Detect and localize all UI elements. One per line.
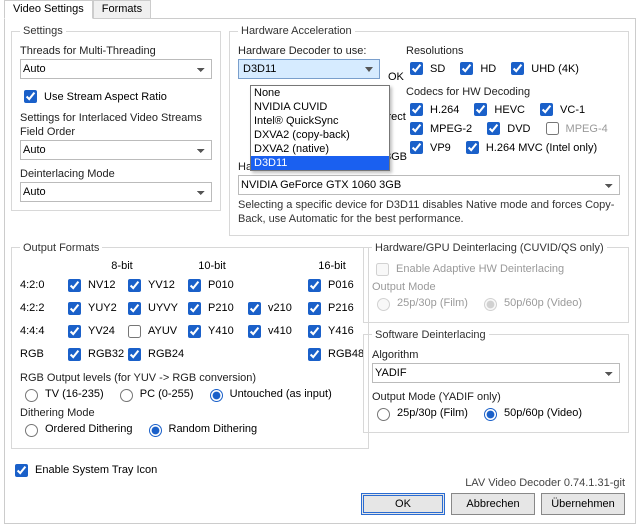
checkbox-codec-h264[interactable]: H.264 xyxy=(406,100,459,119)
select-deint-mode[interactable]: Auto xyxy=(20,182,212,202)
hdr-16bit: 16-bit xyxy=(304,260,360,272)
dropdown-item[interactable]: NVIDIA CUVID xyxy=(251,100,389,114)
select-threads[interactable]: Auto xyxy=(20,59,212,79)
label-codecs: Codecs for HW Decoding xyxy=(406,86,620,98)
select-hw-decoder[interactable]: D3D11 xyxy=(238,59,380,79)
row-444: 4:4:4 xyxy=(20,325,60,337)
label-version: LAV Video Decoder 0.74.1.31-git xyxy=(465,477,625,489)
checkbox-codec-vp9[interactable]: VP9 xyxy=(406,138,451,157)
radio-sw-film[interactable]: 25p/30p (Film) xyxy=(372,405,468,421)
dropdown-item[interactable]: DXVA2 (copy-back) xyxy=(251,128,389,142)
checkbox-v210[interactable]: v210 xyxy=(244,299,292,318)
checkbox-y410[interactable]: Y410 xyxy=(184,322,232,341)
checkbox-p216[interactable]: P216 xyxy=(304,299,352,318)
hdr-10bit: 10-bit xyxy=(184,260,240,272)
checkbox-codec-h264mvc[interactable]: H.264 MVC (Intel only) xyxy=(462,138,597,157)
group-hw-deinterlace: Hardware/GPU Deinterlacing (CUVID/QS onl… xyxy=(363,242,629,323)
checkbox-rgb48[interactable]: RGB48 xyxy=(304,345,352,364)
checkbox-yv24[interactable]: YV24 xyxy=(64,322,112,341)
checkbox-nv12[interactable]: NV12 xyxy=(64,276,112,295)
checkbox-ayuv[interactable]: AYUV xyxy=(124,322,172,341)
radio-sw-video[interactable]: 50p/60p (Video) xyxy=(479,405,582,421)
label-deint-mode: Deinterlacing Mode xyxy=(20,168,212,180)
checkbox-v410[interactable]: v410 xyxy=(244,322,292,341)
dropdown-item[interactable]: Intel® QuickSync xyxy=(251,114,389,128)
label-rgb-levels: RGB Output levels (for YUV -> RGB conver… xyxy=(20,372,360,384)
checkbox-codec-vc1[interactable]: VC-1 xyxy=(536,100,585,119)
radio-random-dither[interactable]: Random Dithering xyxy=(144,421,258,437)
label-ok-fragment: OK xyxy=(388,71,404,83)
dropdown-hw-decoder-list[interactable]: None NVIDIA CUVID Intel® QuickSync DXVA2… xyxy=(250,85,390,171)
row-420: 4:2:0 xyxy=(20,279,60,291)
row-422: 4:2:2 xyxy=(20,302,60,314)
checkbox-y416[interactable]: Y416 xyxy=(304,322,352,341)
checkbox-rgb24[interactable]: RGB24 xyxy=(124,345,172,364)
radio-pc[interactable]: PC (0-255) xyxy=(115,386,194,402)
group-sw-deinterlace: Software Deinterlacing Algorithm YADIF O… xyxy=(363,329,629,433)
checkbox-uyvy[interactable]: UYVY xyxy=(124,299,172,318)
hdr-8bit: 8-bit xyxy=(64,260,180,272)
checkbox-yv12[interactable]: YV12 xyxy=(124,276,172,295)
radio-untouched[interactable]: Untouched (as input) xyxy=(205,386,332,402)
label-field-order: Field Order xyxy=(20,126,212,138)
legend-settings: Settings xyxy=(20,25,66,37)
checkbox-tray-icon[interactable]: Enable System Tray Icon xyxy=(11,461,157,480)
dropdown-item-selected[interactable]: D3D11 xyxy=(251,156,389,170)
label-hw-decoder: Hardware Decoder to use: xyxy=(238,45,398,57)
legend-output-formats: Output Formats xyxy=(20,242,102,254)
legend-sw-deinterlace: Software Deinterlacing xyxy=(372,329,489,341)
button-cancel[interactable]: Abbrechen xyxy=(451,493,535,515)
checkbox-codec-mpeg4[interactable]: MPEG-4 xyxy=(542,119,608,138)
select-field-order[interactable]: Auto xyxy=(20,140,212,160)
checkbox-res-hd[interactable]: HD xyxy=(456,59,496,78)
button-ok[interactable]: OK xyxy=(361,493,445,515)
group-output-formats: Output Formats 8-bit 10-bit 16-bit 4:2:0… xyxy=(11,242,369,449)
radio-tv[interactable]: TV (16-235) xyxy=(20,386,104,402)
legend-hw-deinterlace: Hardware/GPU Deinterlacing (CUVID/QS onl… xyxy=(372,242,607,254)
dropdown-item[interactable]: DXVA2 (native) xyxy=(251,142,389,156)
checkbox-yuy2[interactable]: YUY2 xyxy=(64,299,112,318)
row-rgb: RGB xyxy=(20,348,60,360)
checkbox-res-sd[interactable]: SD xyxy=(406,59,445,78)
checkbox-rgb32[interactable]: RGB32 xyxy=(64,345,112,364)
button-apply[interactable]: Übernehmen xyxy=(541,493,625,515)
label-sw-algo: Algorithm xyxy=(372,349,620,361)
checkbox-p010[interactable]: P010 xyxy=(184,276,232,295)
checkbox-res-uhd[interactable]: UHD (4K) xyxy=(507,59,579,78)
label-sw-outmode: Output Mode (YADIF only) xyxy=(372,391,620,403)
select-sw-algo[interactable]: YADIF xyxy=(372,363,620,383)
label-resolutions: Resolutions xyxy=(406,45,620,57)
group-settings: Settings Threads for Multi-Threading Aut… xyxy=(11,25,221,211)
label-interlaced-header: Settings for Interlaced Video Streams xyxy=(20,112,212,124)
dropdown-item[interactable]: None xyxy=(251,86,389,100)
label-dither: Dithering Mode xyxy=(20,407,360,419)
radio-hw-video: 50p/60p (Video) xyxy=(479,295,582,311)
legend-hwaccel: Hardware Acceleration xyxy=(238,25,355,37)
checkbox-p210[interactable]: P210 xyxy=(184,299,232,318)
label-threads: Threads for Multi-Threading xyxy=(20,45,212,57)
checkbox-codec-dvd[interactable]: DVD xyxy=(483,119,530,138)
checkbox-codec-mpeg2[interactable]: MPEG-2 xyxy=(406,119,472,138)
checkbox-enable-hw-deint: Enable Adaptive HW Deinterlacing xyxy=(372,260,564,279)
checkbox-codec-hevc[interactable]: HEVC xyxy=(470,100,525,119)
tab-video-settings[interactable]: Video Settings xyxy=(4,0,93,19)
page-video-settings: Settings Threads for Multi-Threading Aut… xyxy=(4,18,636,524)
radio-ordered-dither[interactable]: Ordered Dithering xyxy=(20,421,132,437)
tab-formats[interactable]: Formats xyxy=(93,0,151,18)
checkbox-p016[interactable]: P016 xyxy=(304,276,352,295)
label-hw-outmode: Output Mode xyxy=(372,281,620,293)
radio-hw-film: 25p/30p (Film) xyxy=(372,295,468,311)
note-hw-device: Selecting a specific device for D3D11 di… xyxy=(238,199,620,227)
select-hw-device[interactable]: NVIDIA GeForce GTX 1060 3GB xyxy=(238,175,620,195)
checkbox-aspect-ratio[interactable]: Use Stream Aspect Ratio xyxy=(20,87,167,106)
